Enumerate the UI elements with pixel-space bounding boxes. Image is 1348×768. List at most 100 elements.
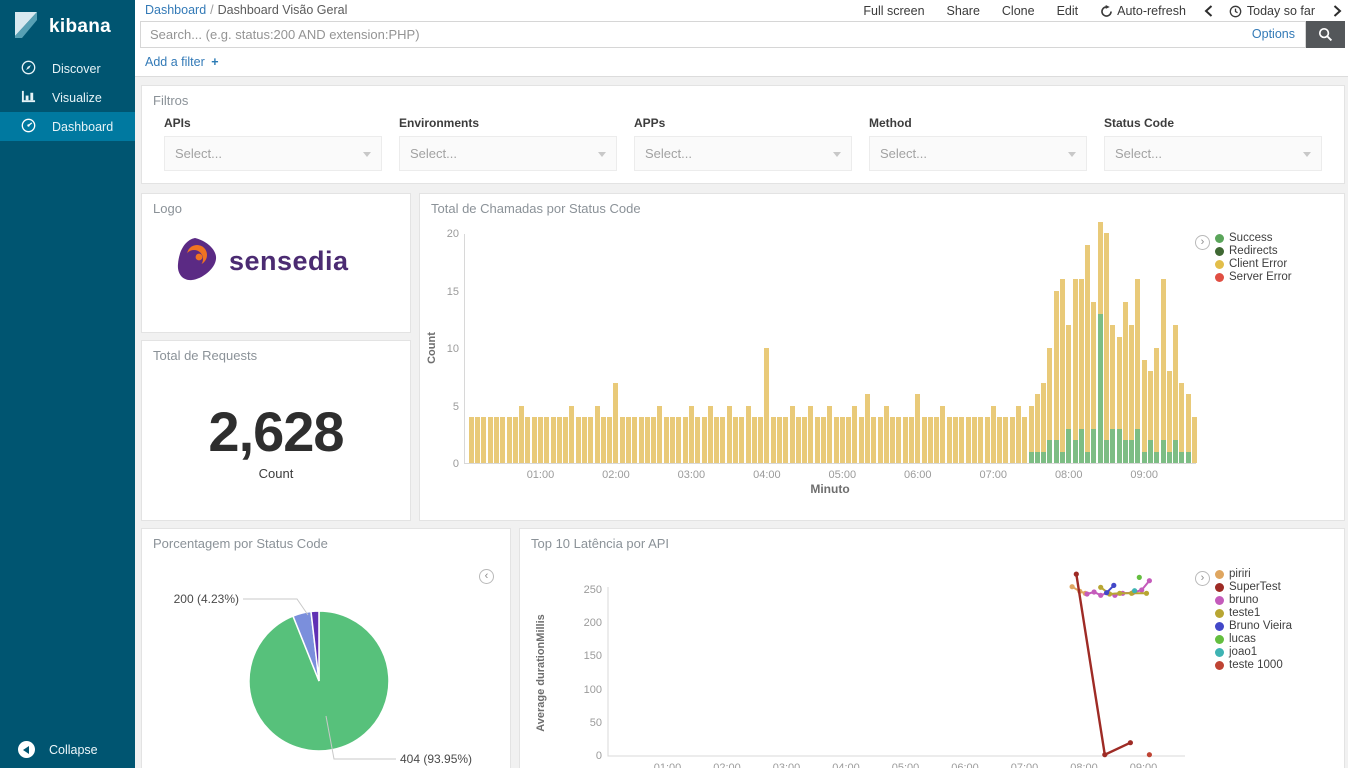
bar[interactable] bbox=[1054, 291, 1059, 464]
bar[interactable] bbox=[991, 406, 996, 464]
bar[interactable] bbox=[601, 417, 606, 463]
bar[interactable] bbox=[657, 406, 662, 464]
bar[interactable] bbox=[1148, 371, 1153, 463]
bar[interactable] bbox=[739, 417, 744, 463]
bar[interactable] bbox=[1010, 417, 1015, 463]
bar[interactable] bbox=[563, 417, 568, 463]
bar[interactable] bbox=[727, 406, 732, 464]
legend-item[interactable]: teste1 bbox=[1215, 607, 1292, 619]
bar[interactable] bbox=[532, 417, 537, 463]
bar[interactable] bbox=[903, 417, 908, 463]
bar[interactable] bbox=[1135, 279, 1140, 463]
bar[interactable] bbox=[915, 394, 920, 463]
edit-button[interactable]: Edit bbox=[1057, 4, 1079, 18]
legend-item[interactable]: teste 1000 bbox=[1215, 659, 1292, 671]
bar[interactable] bbox=[827, 406, 832, 464]
bar[interactable] bbox=[922, 417, 927, 463]
time-forward-button[interactable] bbox=[1333, 5, 1342, 17]
line-point[interactable] bbox=[1139, 587, 1144, 592]
legend-item[interactable]: Redirects bbox=[1215, 245, 1292, 257]
legend-item[interactable]: joao1 bbox=[1215, 646, 1292, 658]
bar[interactable] bbox=[1154, 348, 1159, 463]
line-point[interactable] bbox=[1132, 588, 1137, 593]
bar[interactable] bbox=[1022, 417, 1027, 463]
bar[interactable] bbox=[840, 417, 845, 463]
legend-item[interactable]: Bruno Vieira bbox=[1215, 620, 1292, 632]
bar[interactable] bbox=[846, 417, 851, 463]
bar[interactable] bbox=[588, 417, 593, 463]
bar[interactable] bbox=[1041, 383, 1046, 464]
bar[interactable] bbox=[651, 417, 656, 463]
bar[interactable] bbox=[469, 417, 474, 463]
select-apps[interactable]: Select... bbox=[634, 136, 852, 171]
breadcrumb-dashboard-link[interactable]: Dashboard bbox=[145, 3, 206, 17]
bar[interactable] bbox=[595, 406, 600, 464]
clone-button[interactable]: Clone bbox=[1002, 4, 1035, 18]
line-point[interactable] bbox=[1128, 740, 1133, 745]
bar[interactable] bbox=[865, 394, 870, 463]
time-back-button[interactable] bbox=[1204, 5, 1213, 17]
bar[interactable] bbox=[1173, 325, 1178, 463]
bar[interactable] bbox=[997, 417, 1002, 463]
bar[interactable] bbox=[1098, 222, 1103, 464]
line-point[interactable] bbox=[1098, 585, 1103, 590]
bar[interactable] bbox=[1117, 337, 1122, 464]
bar[interactable] bbox=[746, 406, 751, 464]
bar[interactable] bbox=[1104, 233, 1109, 463]
bar[interactable] bbox=[896, 417, 901, 463]
bar[interactable] bbox=[959, 417, 964, 463]
bar[interactable] bbox=[909, 417, 914, 463]
bar[interactable] bbox=[557, 417, 562, 463]
bar[interactable] bbox=[940, 406, 945, 464]
bar[interactable] bbox=[890, 417, 895, 463]
bar[interactable] bbox=[1142, 360, 1147, 464]
bar[interactable] bbox=[777, 417, 782, 463]
add-filter-link[interactable]: Add a filter bbox=[145, 55, 205, 69]
bar[interactable] bbox=[607, 417, 612, 463]
bar[interactable] bbox=[645, 417, 650, 463]
bar[interactable] bbox=[1129, 325, 1134, 463]
legend-item[interactable]: Client Error bbox=[1215, 258, 1292, 270]
line-point[interactable] bbox=[1074, 572, 1079, 577]
bar[interactable] bbox=[632, 417, 637, 463]
line-point[interactable] bbox=[1070, 584, 1075, 589]
auto-refresh-button[interactable]: Auto-refresh bbox=[1100, 4, 1186, 18]
bar[interactable] bbox=[808, 406, 813, 464]
bar[interactable] bbox=[884, 406, 889, 464]
bar[interactable] bbox=[771, 417, 776, 463]
bar[interactable] bbox=[1079, 279, 1084, 463]
line-legend-toggle-icon[interactable]: › bbox=[1195, 571, 1210, 586]
bar[interactable] bbox=[1066, 325, 1071, 463]
line-point[interactable] bbox=[1084, 591, 1089, 596]
bar[interactable] bbox=[1035, 394, 1040, 463]
bar[interactable] bbox=[481, 417, 486, 463]
share-button[interactable]: Share bbox=[947, 4, 980, 18]
bar[interactable] bbox=[676, 417, 681, 463]
bar[interactable] bbox=[859, 417, 864, 463]
bar[interactable] bbox=[1085, 245, 1090, 464]
bar[interactable] bbox=[500, 417, 505, 463]
bar[interactable] bbox=[720, 417, 725, 463]
bar[interactable] bbox=[714, 417, 719, 463]
bar[interactable] bbox=[1003, 417, 1008, 463]
bar[interactable] bbox=[1161, 279, 1166, 463]
line-point[interactable] bbox=[1137, 575, 1142, 580]
search-button[interactable] bbox=[1306, 21, 1345, 48]
sidebar-collapse-button[interactable]: Collapse bbox=[0, 741, 135, 758]
bar[interactable] bbox=[966, 417, 971, 463]
line-point[interactable] bbox=[1098, 593, 1103, 598]
line-point[interactable] bbox=[1104, 590, 1109, 595]
bar[interactable] bbox=[1060, 279, 1065, 463]
bar[interactable] bbox=[764, 348, 769, 463]
bar[interactable] bbox=[790, 406, 795, 464]
bar[interactable] bbox=[664, 417, 669, 463]
bar[interactable] bbox=[576, 417, 581, 463]
bar[interactable] bbox=[551, 417, 556, 463]
bar[interactable] bbox=[1016, 406, 1021, 464]
pie-chart[interactable]: 200 (4.23%)404 (93.95%) bbox=[142, 529, 510, 768]
bar[interactable] bbox=[488, 417, 493, 463]
bar[interactable] bbox=[953, 417, 958, 463]
line-point[interactable] bbox=[1147, 752, 1152, 757]
bar[interactable] bbox=[639, 417, 644, 463]
line-point[interactable] bbox=[1102, 752, 1107, 757]
